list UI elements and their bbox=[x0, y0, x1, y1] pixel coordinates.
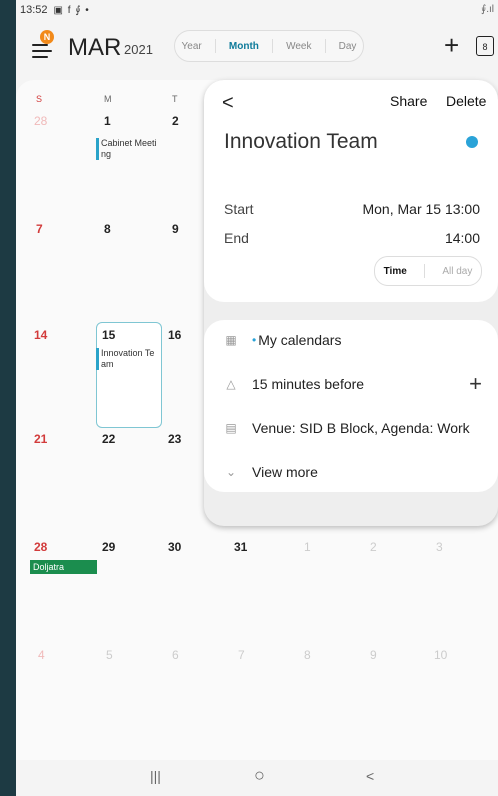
menu-button[interactable]: N bbox=[32, 30, 58, 62]
add-event-button[interactable]: + bbox=[444, 32, 459, 58]
event-innovation-team[interactable]: Innovation Team bbox=[96, 348, 157, 370]
menu-icon bbox=[32, 44, 48, 46]
day-cell[interactable]: 22 bbox=[102, 432, 115, 446]
day-cell[interactable]: 6 bbox=[172, 648, 179, 662]
event-doljatra[interactable]: Doljatra bbox=[30, 560, 97, 574]
event-cabinet-meeting[interactable]: Cabinet Meeting bbox=[96, 138, 157, 160]
reminder-text: 15 minutes before bbox=[252, 376, 365, 392]
calendar-row[interactable]: ▦ • My calendars bbox=[222, 332, 341, 348]
notes-icon: ▤ bbox=[225, 421, 237, 435]
calendar-color-dot: • bbox=[252, 333, 257, 347]
bell-icon: △ bbox=[226, 377, 236, 391]
event-detail-popup: < Share Delete Innovation Team Start Mon… bbox=[204, 80, 498, 526]
reminder-row[interactable]: △ 15 minutes before bbox=[222, 376, 364, 392]
day-cell[interactable]: 21 bbox=[34, 432, 47, 446]
notification-icons: ▣ f ⨚ • bbox=[53, 4, 90, 16]
notes-text: Venue: SID B Block, Agenda: Work bbox=[252, 420, 470, 436]
month-title[interactable]: MAR bbox=[68, 34, 121, 62]
status-time: 13:52 bbox=[20, 4, 48, 16]
phone-screen: 13:52 ▣ f ⨚ • ⨚.ıl N MAR 2021 Year Month… bbox=[16, 0, 498, 796]
day-cell[interactable]: 1 bbox=[104, 114, 111, 128]
weekday-sun: S bbox=[36, 94, 43, 104]
notification-badge: N bbox=[40, 30, 54, 44]
event-details-card: ▦ • My calendars △ 15 minutes before + ▤… bbox=[204, 320, 498, 492]
weekday-tue: T bbox=[172, 94, 178, 104]
back-button[interactable]: < bbox=[222, 92, 234, 115]
day-cell[interactable]: 14 bbox=[34, 328, 47, 342]
start-label: Start bbox=[224, 201, 254, 217]
calendar-icon: ▦ bbox=[225, 333, 237, 347]
day-cell[interactable]: 8 bbox=[304, 648, 311, 662]
view-more-label: View more bbox=[252, 464, 318, 480]
back-nav-button[interactable]: < bbox=[366, 768, 374, 784]
chevron-down-icon: ⌄ bbox=[225, 465, 237, 479]
day-cell[interactable]: 5 bbox=[106, 648, 113, 662]
recent-apps-button[interactable]: ||| bbox=[150, 768, 161, 784]
time-option[interactable]: Time bbox=[384, 266, 407, 277]
day-cell[interactable]: 28 bbox=[34, 540, 47, 554]
divider bbox=[324, 39, 326, 53]
day-cell[interactable]: 16 bbox=[168, 328, 181, 342]
start-value: Mon, Mar 15 13:00 bbox=[362, 201, 480, 217]
year-title[interactable]: 2021 bbox=[124, 42, 153, 57]
view-day-button[interactable]: Day bbox=[339, 41, 357, 52]
view-week-button[interactable]: Week bbox=[286, 41, 311, 52]
event-summary-card: < Share Delete Innovation Team Start Mon… bbox=[204, 80, 498, 302]
view-switcher: Year Month Week Day bbox=[174, 30, 364, 62]
day-cell[interactable]: 3 bbox=[436, 540, 443, 554]
delete-button[interactable]: Delete bbox=[446, 93, 486, 109]
day-cell[interactable]: 28 bbox=[34, 114, 47, 128]
event-color-dot bbox=[466, 136, 478, 148]
calendar-name: My calendars bbox=[258, 332, 342, 348]
allday-option[interactable]: All day bbox=[442, 266, 472, 277]
day-cell[interactable]: 9 bbox=[172, 222, 179, 236]
status-bar: 13:52 ▣ f ⨚ • ⨚.ıl bbox=[16, 0, 498, 20]
divider bbox=[424, 264, 426, 278]
day-cell[interactable]: 2 bbox=[370, 540, 377, 554]
system-nav-bar: ||| ○ < bbox=[16, 760, 498, 796]
day-cell[interactable]: 2 bbox=[172, 114, 179, 128]
home-button[interactable]: ○ bbox=[254, 765, 265, 786]
notes-row[interactable]: ▤ Venue: SID B Block, Agenda: Work bbox=[222, 420, 470, 436]
menu-icon-line bbox=[32, 56, 48, 58]
calendar-header: N MAR 2021 Year Month Week Day + 8 bbox=[16, 22, 498, 78]
day-cell[interactable]: 8 bbox=[104, 222, 111, 236]
day-cell[interactable]: 7 bbox=[238, 648, 245, 662]
event-title: Innovation Team bbox=[224, 130, 378, 153]
day-cell-selected[interactable]: 15 bbox=[102, 328, 115, 342]
day-cell[interactable]: 23 bbox=[168, 432, 181, 446]
day-cell[interactable]: 9 bbox=[370, 648, 377, 662]
day-cell[interactable]: 1 bbox=[304, 540, 311, 554]
weekday-mon: M bbox=[104, 94, 112, 104]
menu-icon-line bbox=[32, 50, 52, 52]
today-button[interactable]: 8 bbox=[476, 36, 494, 56]
day-cell[interactable]: 10 bbox=[434, 648, 447, 662]
view-year-button[interactable]: Year bbox=[182, 41, 202, 52]
view-month-button[interactable]: Month bbox=[229, 41, 259, 52]
add-reminder-button[interactable]: + bbox=[469, 373, 482, 395]
end-label: End bbox=[224, 230, 249, 246]
day-cell[interactable]: 30 bbox=[168, 540, 181, 554]
view-more-row[interactable]: ⌄ View more bbox=[222, 464, 318, 480]
end-value: 14:00 bbox=[444, 230, 480, 246]
divider bbox=[271, 39, 273, 53]
divider bbox=[214, 39, 216, 53]
signal-icon: ⨚.ıl bbox=[481, 4, 494, 15]
day-cell[interactable]: 29 bbox=[102, 540, 115, 554]
day-cell[interactable]: 4 bbox=[38, 648, 45, 662]
day-cell[interactable]: 31 bbox=[234, 540, 247, 554]
share-button[interactable]: Share bbox=[390, 93, 427, 109]
time-allday-toggle: Time All day bbox=[374, 256, 482, 286]
day-cell[interactable]: 7 bbox=[36, 222, 43, 236]
